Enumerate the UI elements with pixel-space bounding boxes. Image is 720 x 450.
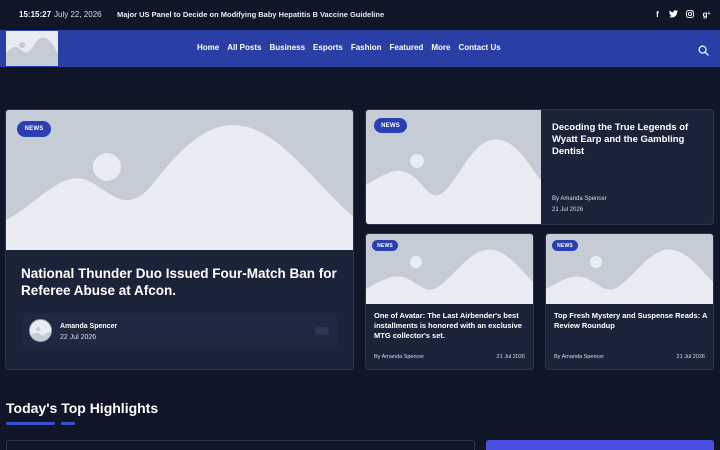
article-card[interactable]: NEWS One of Avatar: The Last Airbender's… [365, 233, 534, 370]
author-avatar[interactable] [29, 319, 52, 342]
article-author[interactable]: By Amanda Spencer [552, 196, 607, 202]
nav-featured[interactable]: Featured [390, 43, 424, 52]
nav-esports[interactable]: Esports [313, 43, 343, 52]
publish-date: 21 Jul 2026 [496, 354, 525, 360]
sidebar-widget-header [486, 440, 714, 450]
article-author[interactable]: By Amanda Spencer [374, 354, 424, 360]
article-author[interactable]: By Amanda Spencer [554, 354, 604, 360]
site-logo[interactable] [6, 31, 58, 66]
nav-all-posts[interactable]: All Posts [227, 43, 261, 52]
google-plus-icon[interactable]: g + [701, 9, 712, 19]
top-bar: 15:15:27 July 22, 2026 Major US Panel to… [0, 0, 720, 30]
comments-pill[interactable] [315, 327, 329, 335]
section-underline-accent [61, 422, 75, 425]
featured-article-card[interactable]: NEWS National Thunder Duo Issued Four-Ma… [5, 109, 354, 370]
clock-time: 15:15:27 [19, 10, 52, 19]
nav-more[interactable]: More [431, 43, 450, 52]
side-article-card[interactable]: NEWS Decoding the True Legends of Wyatt … [365, 109, 714, 225]
instagram-icon[interactable] [685, 9, 694, 19]
nav-business[interactable]: Business [269, 43, 305, 52]
author-info: Amanda Spencer 22 Jul 2026 [23, 313, 337, 349]
news-ticker[interactable]: Major US Panel to Decide on Modifying Ba… [117, 10, 384, 19]
section-title: Today's Top Highlights [6, 400, 159, 416]
article-card[interactable]: NEWS Top Fresh Mystery and Suspense Read… [545, 233, 714, 370]
section-underline [6, 422, 55, 425]
category-badge[interactable]: NEWS [374, 118, 407, 133]
featured-article-title[interactable]: National Thunder Duo Issued Four-Match B… [21, 265, 351, 299]
side-article-title[interactable]: Decoding the True Legends of Wyatt Earp … [552, 122, 702, 158]
search-icon[interactable] [698, 43, 709, 56]
twitter-icon[interactable] [669, 9, 678, 19]
category-badge[interactable]: NEWS [17, 121, 51, 137]
facebook-icon[interactable]: f [653, 9, 662, 19]
category-badge[interactable]: NEWS [552, 240, 578, 251]
article-title[interactable]: One of Avatar: The Last Airbender's best… [374, 311, 529, 341]
nav-home[interactable]: Home [197, 43, 219, 52]
author-name[interactable]: Amanda Spencer [60, 323, 117, 330]
nav-contact-us[interactable]: Contact Us [458, 43, 500, 52]
main-navigation: Home All Posts Business Esports Fashion … [0, 30, 720, 67]
publish-date: 22 Jul 2026 [60, 334, 97, 341]
current-date: July 22, 2026 [54, 10, 102, 19]
nav-links: Home All Posts Business Esports Fashion … [197, 43, 509, 52]
nav-fashion[interactable]: Fashion [351, 43, 382, 52]
article-title[interactable]: Top Fresh Mystery and Suspense Reads: A … [554, 311, 709, 331]
social-links: f g + [653, 9, 712, 19]
featured-article-image[interactable] [6, 110, 353, 250]
highlights-panel [6, 440, 475, 450]
publish-date: 21 Jul 2026 [552, 207, 584, 213]
category-badge[interactable]: NEWS [372, 240, 398, 251]
publish-date: 21 Jul 2026 [676, 354, 705, 360]
